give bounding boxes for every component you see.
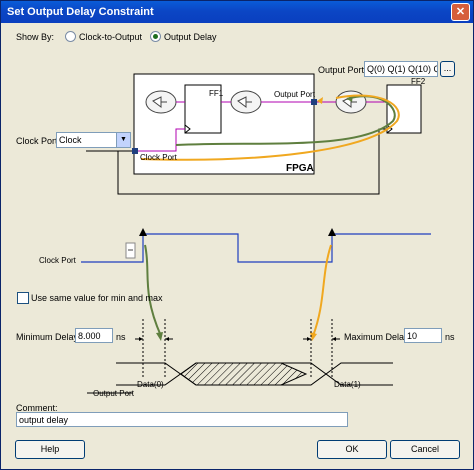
cancel-button[interactable]: Cancel <box>390 440 460 459</box>
cloud-icon-2 <box>230 90 262 114</box>
min-delay-input[interactable]: 8.000 <box>75 328 113 343</box>
schematic-clock-port-label: Clock Port <box>140 153 177 162</box>
ff1-label: FF1 <box>209 89 224 98</box>
ok-button[interactable]: OK <box>317 440 387 459</box>
help-button[interactable]: Help <box>15 440 85 459</box>
max-delay-unit: ns <box>445 332 455 342</box>
schematic-diagram <box>81 73 431 394</box>
uncertain-data-region <box>180 362 308 386</box>
ff2-label: FF2 <box>411 77 426 86</box>
schematic-output-port-label: Output Port <box>274 90 315 99</box>
min-delay-unit: ns <box>116 332 126 342</box>
output-port-square <box>311 99 317 105</box>
fpga-label: FPGA <box>286 163 314 174</box>
wave-clock-port-label: Clock Port <box>39 256 76 265</box>
max-delay-label: Maximum Delay: <box>344 332 412 342</box>
dialog-window: Set Output Delay Constraint ✕ Show By: C… <box>0 0 474 470</box>
data0-label: Data(0) <box>137 380 164 389</box>
data1-label: Data(1) <box>334 380 361 389</box>
same-value-label[interactable]: Use same value for min and max <box>31 293 163 303</box>
cloud-icon-3 <box>335 90 367 114</box>
clock-port-square <box>132 148 138 154</box>
same-value-checkbox[interactable] <box>17 292 29 304</box>
comment-input[interactable]: output delay <box>16 412 348 427</box>
min-delay-label: Minimum Delay: <box>16 332 81 342</box>
cloud-icon-1 <box>145 90 177 114</box>
max-delay-input[interactable]: 10 <box>404 328 442 343</box>
wave-output-port-label: Output Port <box>93 389 134 398</box>
